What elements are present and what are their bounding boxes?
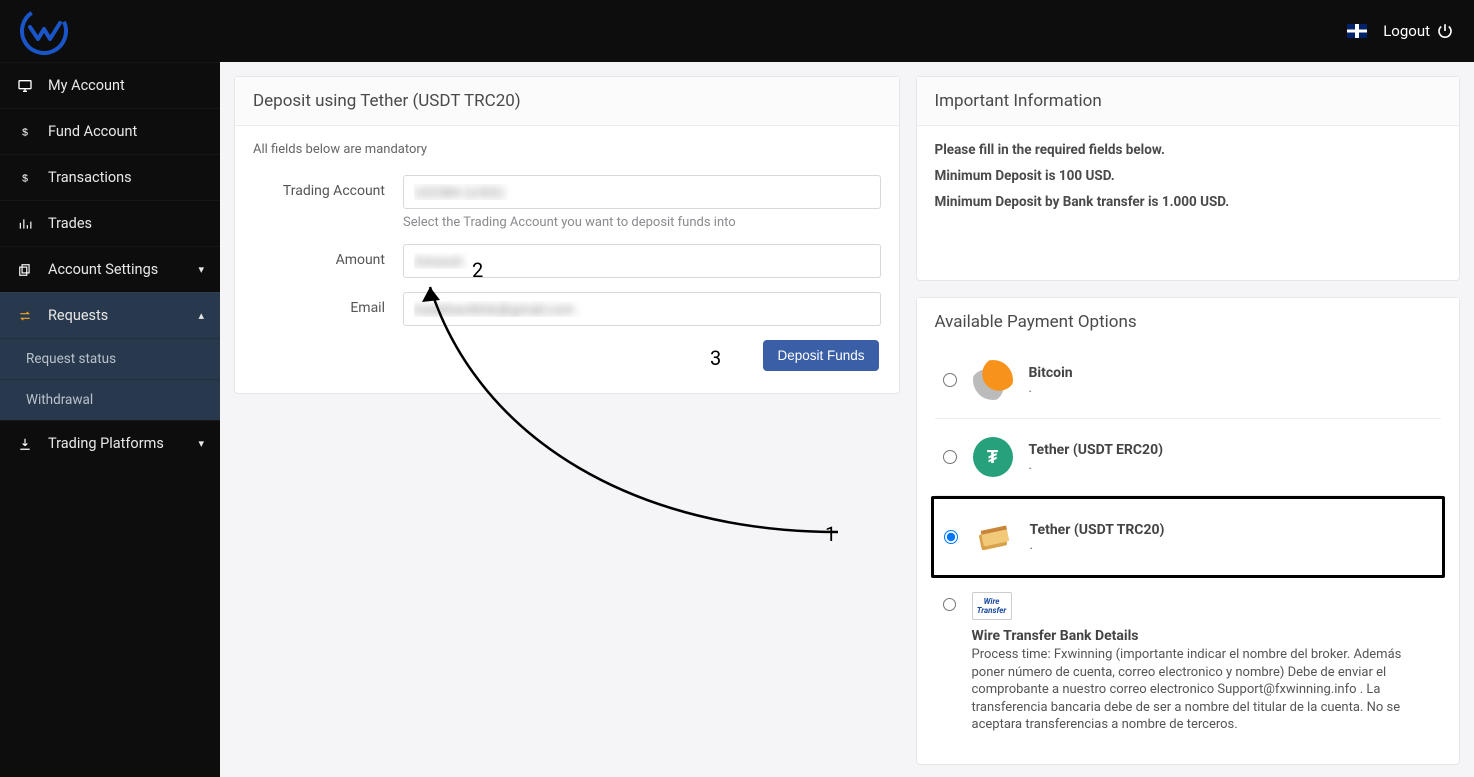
sidebar-item-label: Trading Platforms bbox=[48, 435, 164, 452]
sidebar-item-account-settings[interactable]: Account Settings bbox=[0, 246, 220, 292]
card-title: Available Payment Options bbox=[917, 298, 1460, 338]
sidebar-sub-label: Request status bbox=[26, 351, 116, 367]
chevron-up-icon bbox=[198, 309, 204, 322]
payment-options-card: Available Payment Options Bitcoin . ₮ bbox=[916, 297, 1461, 765]
card-title: Important Information bbox=[917, 77, 1460, 126]
top-header: Logout bbox=[0, 0, 1474, 62]
svg-text:$: $ bbox=[22, 172, 28, 184]
sidebar-item-label: Transactions bbox=[48, 169, 132, 186]
monitor-icon bbox=[16, 78, 34, 94]
sidebar-item-my-account[interactable]: My Account bbox=[0, 62, 220, 108]
sidebar-sub-withdrawal[interactable]: Withdrawal bbox=[0, 379, 220, 420]
svg-text:$: $ bbox=[22, 126, 28, 138]
logout-button[interactable]: Logout bbox=[1383, 22, 1454, 40]
content-area: Deposit using Tether (USDT TRC20) All fi… bbox=[220, 62, 1474, 777]
sidebar-item-transactions[interactable]: $ Transactions bbox=[0, 154, 220, 200]
sidebar-item-fund-account[interactable]: $ Fund Account bbox=[0, 108, 220, 154]
radio-usdt-erc20[interactable] bbox=[943, 450, 957, 464]
payment-title: Wire Transfer Bank Details bbox=[972, 628, 1434, 644]
trading-account-input[interactable] bbox=[403, 175, 881, 209]
label-trading-account: Trading Account bbox=[253, 175, 403, 199]
info-line: Minimum Deposit is 100 USD. bbox=[935, 168, 1442, 184]
payment-sub: . bbox=[1030, 538, 1165, 553]
amount-input[interactable] bbox=[403, 244, 881, 278]
sidebar-item-label: Account Settings bbox=[48, 261, 158, 278]
download-icon bbox=[16, 437, 34, 451]
payment-sub: . bbox=[1029, 458, 1164, 473]
logout-label: Logout bbox=[1383, 22, 1430, 40]
payment-sub: Process time: Fxwinning (importante indi… bbox=[972, 646, 1434, 734]
payment-title: Tether (USDT TRC20) bbox=[1030, 522, 1165, 538]
copy-icon bbox=[16, 263, 34, 277]
power-icon bbox=[1436, 22, 1454, 40]
sidebar-item-requests[interactable]: Requests bbox=[0, 292, 220, 338]
trading-account-hint: Select the Trading Account you want to d… bbox=[403, 215, 881, 230]
bitcoin-icon bbox=[973, 360, 1013, 400]
info-line: Please fill in the required fields below… bbox=[935, 142, 1442, 158]
deposit-card: Deposit using Tether (USDT TRC20) All fi… bbox=[234, 76, 900, 394]
payment-option-usdt-trc20[interactable]: Tether (USDT TRC20) . bbox=[931, 496, 1446, 578]
sidebar-item-label: Requests bbox=[48, 307, 108, 324]
deposit-funds-button[interactable]: Deposit Funds bbox=[763, 340, 878, 371]
info-line: Minimum Deposit by Bank transfer is 1.00… bbox=[935, 194, 1442, 210]
payment-option-usdt-erc20[interactable]: ₮ Tether (USDT ERC20) . bbox=[935, 419, 1442, 496]
sidebar-item-trading-platforms[interactable]: Trading Platforms bbox=[0, 420, 220, 466]
payment-option-bitcoin[interactable]: Bitcoin . bbox=[935, 342, 1442, 419]
dollar-icon: $ bbox=[16, 125, 34, 139]
sidebar-item-label: My Account bbox=[48, 77, 125, 94]
important-info-card: Important Information Please fill in the… bbox=[916, 76, 1461, 281]
dollar-icon: $ bbox=[16, 171, 34, 185]
radio-usdt-trc20[interactable] bbox=[944, 530, 958, 544]
card-title: Deposit using Tether (USDT TRC20) bbox=[235, 77, 899, 126]
chevron-down-icon bbox=[198, 263, 204, 276]
payment-sub: . bbox=[1029, 381, 1073, 396]
brand-logo-icon bbox=[20, 7, 68, 55]
tether-icon: ₮ bbox=[973, 437, 1013, 477]
radio-wire[interactable] bbox=[943, 598, 956, 611]
payment-title: Tether (USDT ERC20) bbox=[1029, 442, 1164, 458]
label-email: Email bbox=[253, 292, 403, 316]
sidebar: My Account $ Fund Account $ Transactions… bbox=[0, 62, 220, 777]
exchange-icon bbox=[16, 309, 34, 323]
sidebar-item-label: Trades bbox=[48, 215, 92, 232]
language-flag-icon[interactable] bbox=[1347, 24, 1367, 38]
card-stack-icon bbox=[974, 517, 1014, 557]
sidebar-item-trades[interactable]: Trades bbox=[0, 200, 220, 246]
chevron-down-icon bbox=[198, 437, 204, 450]
payment-title: Bitcoin bbox=[1029, 365, 1073, 381]
sidebar-item-label: Fund Account bbox=[48, 123, 137, 140]
sidebar-sub-label: Withdrawal bbox=[26, 392, 93, 408]
sidebar-submenu-requests: Request status Withdrawal bbox=[0, 338, 220, 420]
label-amount: Amount bbox=[253, 244, 403, 268]
mandatory-note: All fields below are mandatory bbox=[253, 142, 881, 157]
sidebar-sub-request-status[interactable]: Request status bbox=[0, 338, 220, 379]
email-input[interactable] bbox=[403, 292, 881, 326]
bars-icon bbox=[16, 217, 34, 231]
radio-bitcoin[interactable] bbox=[943, 373, 957, 387]
payment-option-wire[interactable]: WireTransfer Wire Transfer Bank Details … bbox=[935, 578, 1442, 742]
wire-transfer-icon: WireTransfer bbox=[972, 592, 1012, 620]
